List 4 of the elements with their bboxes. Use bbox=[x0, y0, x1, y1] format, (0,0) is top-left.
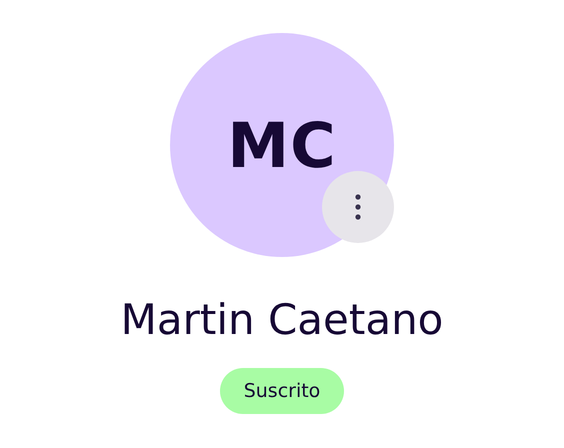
avatar-initials: MC bbox=[227, 108, 337, 182]
more-vertical-icon bbox=[355, 194, 361, 220]
status-badge: Suscrito bbox=[220, 368, 344, 414]
profile-name: Martin Caetano bbox=[120, 295, 444, 344]
